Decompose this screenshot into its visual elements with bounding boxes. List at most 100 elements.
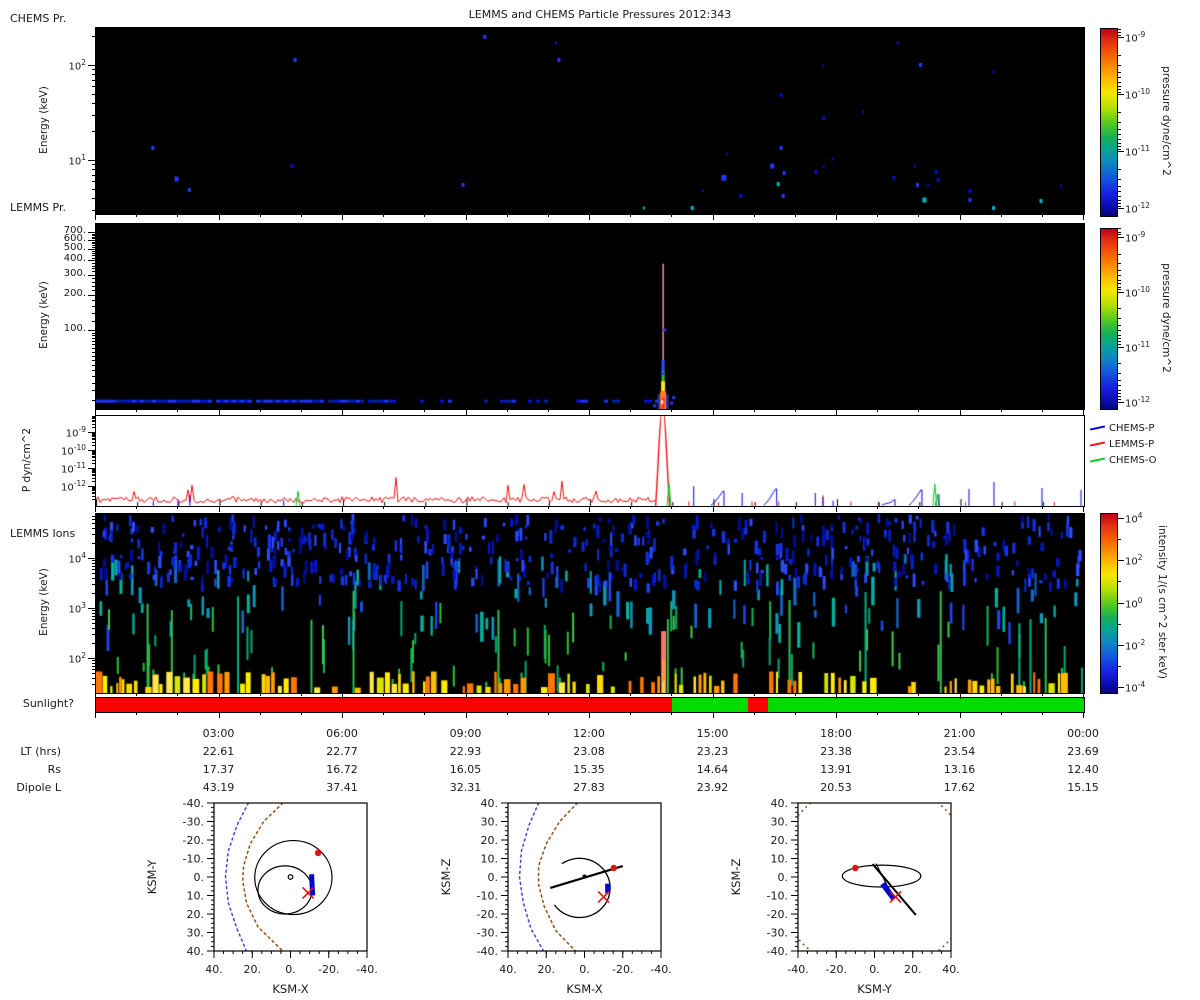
y-tick-label: 30. [771, 816, 789, 829]
rs-value: 16.72 [326, 763, 358, 776]
x-tick-label: -20. [826, 963, 847, 976]
y-tick-label: -20. [183, 834, 204, 847]
colorbar-minor-tick [1118, 253, 1121, 255]
colorbar-minor-tick [1118, 128, 1121, 130]
pressure-colorbar-1-title: pressure dyne/cm^2 [1160, 66, 1172, 176]
colorbar-minor-tick [1118, 31, 1121, 33]
y-axis-title: KSM-Y [145, 859, 159, 895]
y-tick-label: -30. [183, 816, 204, 829]
y-major-tick [88, 329, 95, 331]
colorbar-minor-tick [1118, 77, 1121, 79]
y-tick-label: -40. [183, 797, 204, 810]
colorbar-minor-tick [1118, 334, 1121, 336]
panel3-y-axis-label: P dyn/cm^2 [21, 427, 33, 493]
colorbar-minor-tick [1118, 286, 1121, 288]
colorbar-minor-tick [1118, 308, 1121, 310]
colorbar-minor-tick [1118, 138, 1121, 140]
colorbar-minor-tick [1118, 178, 1121, 180]
colorbar-tick-label: 102 [1125, 553, 1143, 568]
lt-value: 22.93 [449, 745, 482, 758]
y-major-tick [88, 232, 95, 234]
intensity-colorbar [1100, 513, 1118, 694]
rs-value: 12.40 [1067, 763, 1099, 776]
colorbar-minor-tick [1118, 81, 1121, 83]
time-label: 18:00 [820, 727, 852, 740]
y-tick-label: 10-12 [61, 479, 86, 494]
colorbar-major-tick [1118, 208, 1124, 210]
x-tick-label: 0. [869, 963, 880, 976]
colorbar-minor-tick [1118, 289, 1121, 291]
y-tick-label: 102 [68, 650, 86, 666]
colorbar-minor-tick [1118, 121, 1121, 123]
colorbar-minor-tick [1118, 185, 1121, 187]
colorbar-minor-tick [1118, 665, 1121, 667]
colorbar-minor-tick [1118, 344, 1121, 346]
sunlight-label: Sunlight? [22, 697, 74, 710]
colorbar-minor-tick [1118, 363, 1121, 365]
colorbar-minor-tick [1118, 318, 1121, 320]
y-major-tick [88, 274, 95, 276]
row-label-dipole-l: Dipole L [16, 781, 61, 794]
x-tick-label: 40. [205, 963, 223, 976]
colorbar-minor-tick [1118, 91, 1121, 93]
sunlight-segment [96, 698, 672, 712]
lt-value: 23.38 [820, 745, 852, 758]
y-tick-label: 30. [481, 816, 499, 829]
colorbar-minor-tick [1118, 372, 1121, 374]
dipole-l-value: 43.19 [202, 781, 235, 794]
colorbar-minor-tick [1118, 195, 1121, 197]
y-major-tick [88, 249, 95, 251]
chems-pressure-canvas [96, 28, 1084, 214]
colorbar-minor-tick [1118, 283, 1121, 285]
colorbar-major-tick [1118, 560, 1124, 562]
position-x-marker [597, 890, 610, 904]
time-label: 21:00 [943, 727, 976, 740]
colorbar-minor-tick [1118, 263, 1121, 265]
y-tick-label: 10-9 [65, 425, 86, 440]
y-tick-label: -30. [477, 927, 498, 940]
orbit-plot-ksmy-ksmz: -40. -20. 0. 20. 40. 40. 30. 20. 10. 0. -10. -20. -3… [729, 797, 960, 996]
colorbar-minor-tick [1118, 168, 1121, 170]
colorbar-minor-tick [1118, 393, 1121, 395]
y-tick-label: 700. [63, 225, 86, 237]
y-major-tick [88, 432, 95, 434]
y-tick-label: 10. [771, 853, 789, 866]
pressure-colorbar-1 [1100, 28, 1118, 217]
colorbar-minor-tick [1118, 54, 1121, 56]
position-dot [582, 874, 587, 879]
y-tick-label: 10-10 [61, 443, 86, 458]
position-dot [314, 849, 322, 857]
colorbar-minor-tick [1118, 199, 1121, 201]
dipole-l-value: 23.92 [696, 781, 729, 794]
y-major-tick [88, 468, 95, 470]
y-major-tick [88, 159, 95, 161]
colorbar-major-tick [1118, 237, 1124, 238]
y-major-tick [88, 608, 95, 610]
dipole-l-value: 17.62 [943, 781, 976, 794]
position-dot [610, 864, 617, 872]
panel4-y-axis-label: Energy (keV) [38, 568, 50, 636]
y-major-tick [88, 240, 95, 242]
colorbar-minor-tick [1118, 389, 1121, 391]
rs-value: 17.37 [202, 763, 235, 776]
position-dot [852, 864, 859, 872]
lt-value: 23.08 [573, 745, 605, 758]
colorbar-minor-tick [1118, 539, 1121, 541]
intensity-colorbar-title: intensity 1/(s cm^2 ster keV) [1156, 525, 1168, 679]
pressure-colorbar-2-title: pressure dyne/cm^2 [1160, 263, 1172, 373]
colorbar-minor-tick [1118, 379, 1121, 381]
colorbar-minor-tick [1118, 142, 1121, 144]
y-tick-label: 10-11 [61, 461, 86, 476]
sunlight-segment [767, 698, 1084, 712]
time-label: 00:00 [1067, 727, 1099, 740]
colorbar-minor-tick [1118, 81, 1121, 83]
colorbar-major-tick [1118, 151, 1124, 153]
y-tick-label: 0. [194, 871, 205, 884]
colorbar-minor-tick [1118, 202, 1121, 204]
lemms-pressure-spectrogram [95, 223, 1085, 410]
colorbar-minor-tick [1118, 88, 1121, 90]
colorbar-tick-label: 10-12 [1125, 394, 1150, 410]
colorbar-minor-tick [1118, 372, 1121, 374]
colorbar-minor-tick [1118, 34, 1121, 36]
colorbar-minor-tick [1118, 195, 1121, 197]
